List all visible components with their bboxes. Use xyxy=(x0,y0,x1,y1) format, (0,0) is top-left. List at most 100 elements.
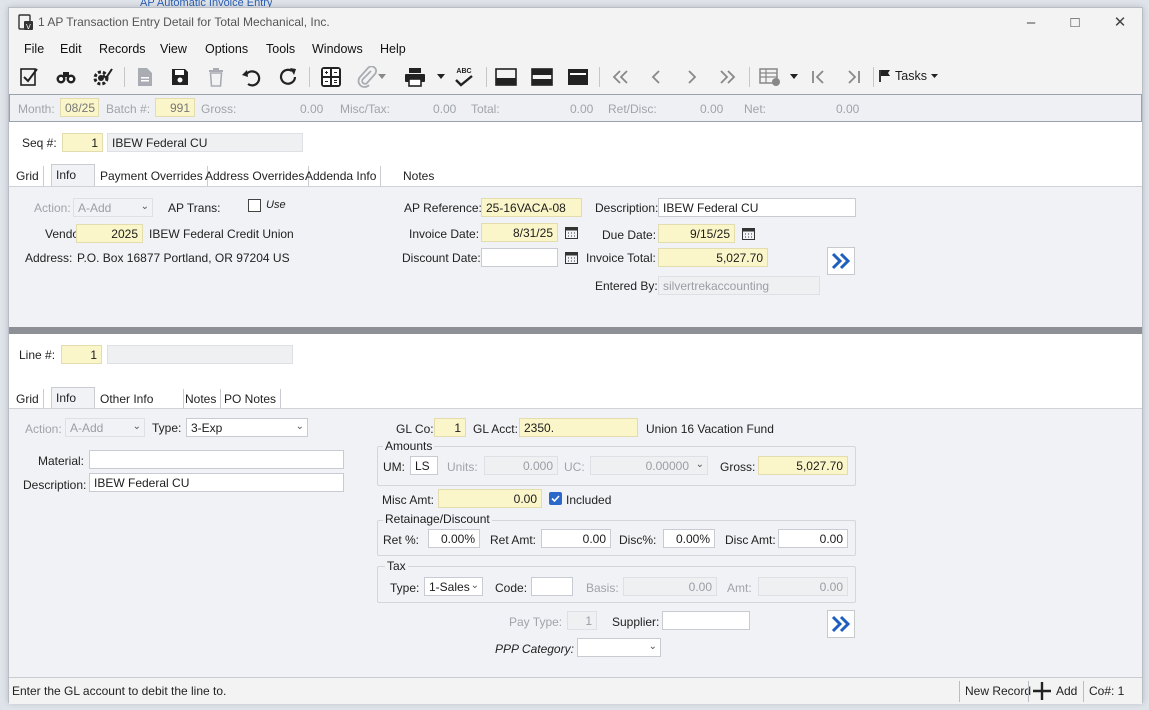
printer-dropdown-icon[interactable] xyxy=(434,64,448,90)
grid-settings-icon[interactable] xyxy=(757,64,783,90)
menu-help[interactable]: Help xyxy=(380,42,406,56)
save-icon[interactable] xyxy=(167,64,193,90)
printer-icon[interactable] xyxy=(402,64,428,90)
chevron-down-icon: ⌄ xyxy=(648,641,657,652)
menu-view[interactable]: View xyxy=(160,42,187,56)
tax-type-select[interactable]: 1-Sales ⌄ xyxy=(424,577,483,596)
misc-amt-field[interactable]: 0.00 xyxy=(438,489,542,508)
line-type-select[interactable]: 3-Exp ⌄ xyxy=(186,418,308,437)
month-field: 08/25 xyxy=(60,98,99,117)
grid-dropdown-icon[interactable] xyxy=(787,64,801,90)
disc-pct-label: Disc%: xyxy=(619,533,657,547)
pay-type-field: 1 xyxy=(567,611,597,630)
next-record-icon[interactable] xyxy=(679,64,705,90)
ap-trans-label: AP Trans: xyxy=(168,201,221,215)
gear-check-icon[interactable] xyxy=(89,64,115,90)
description-field[interactable]: IBEW Federal CU xyxy=(658,198,856,217)
tasks-button[interactable]: Tasks xyxy=(879,69,938,83)
gl-co-field[interactable]: 1 xyxy=(434,418,466,437)
included-checkbox[interactable] xyxy=(549,492,562,505)
tab-addenda-info[interactable]: Addenda Info xyxy=(301,166,382,186)
menu-records[interactable]: Records xyxy=(99,42,146,56)
calculator-icon[interactable] xyxy=(318,64,344,90)
spellcheck-icon[interactable]: ABC xyxy=(451,64,477,90)
tab-grid[interactable]: Grid xyxy=(12,389,44,409)
edit-check-icon[interactable] xyxy=(17,64,43,90)
expand-arrow-icon[interactable] xyxy=(827,247,855,275)
entered-by-field: silvertrekaccounting xyxy=(658,276,820,295)
tab-info[interactable]: Info xyxy=(51,387,95,409)
batch-gross-value: 0.00 xyxy=(300,102,324,116)
tab-grid[interactable]: Grid xyxy=(12,166,44,186)
tab-po-notes[interactable]: PO Notes xyxy=(220,389,282,409)
use-checkbox[interactable] xyxy=(248,199,261,212)
close-button[interactable]: ✕ xyxy=(1108,12,1132,34)
first-record-icon[interactable] xyxy=(607,64,633,90)
menu-options[interactable]: Options xyxy=(205,42,248,56)
invoice-total-field[interactable]: 5,027.70 xyxy=(658,248,768,267)
um-field[interactable]: LS xyxy=(410,456,438,475)
calendar-icon[interactable] xyxy=(561,223,581,242)
seq-field[interactable]: 1 xyxy=(62,133,103,152)
undo-icon[interactable] xyxy=(239,64,265,90)
expand-arrow-icon[interactable] xyxy=(827,610,855,638)
line-number-field[interactable]: 1 xyxy=(61,345,102,364)
units-field: 0.000 xyxy=(484,456,558,475)
batch-number-field: 991 xyxy=(155,98,195,117)
ppp-category-select[interactable]: ⌄ xyxy=(577,638,661,657)
layout-split-icon[interactable] xyxy=(529,64,555,90)
app-icon: V xyxy=(18,14,34,34)
refresh-icon[interactable] xyxy=(275,64,301,90)
section-splitter[interactable] xyxy=(9,327,1142,334)
ret-pct-field[interactable]: 0.00% xyxy=(428,529,480,548)
tab-notes[interactable]: Notes xyxy=(399,166,438,186)
invoice-date-field[interactable]: 8/31/25 xyxy=(481,223,558,242)
tab-notes[interactable]: Notes xyxy=(181,389,222,409)
type-label: Type: xyxy=(152,421,182,435)
menu-file[interactable]: File xyxy=(24,42,44,56)
action-select[interactable]: A-Add ⌄ xyxy=(73,198,153,217)
binoculars-icon[interactable] xyxy=(53,64,79,90)
line-action-select[interactable]: A-Add ⌄ xyxy=(65,418,145,437)
action-label: Action: xyxy=(25,422,62,436)
tab-address-overrides[interactable]: Address Overrides xyxy=(201,166,310,186)
supplier-field[interactable] xyxy=(662,611,750,630)
vendor-field[interactable]: 2025 xyxy=(76,224,143,243)
tab-other-info[interactable]: Other Info xyxy=(96,389,185,409)
layout-bottom-icon[interactable] xyxy=(493,64,519,90)
delete-icon[interactable] xyxy=(203,64,229,90)
collapse-left-icon[interactable] xyxy=(805,64,831,90)
tax-code-field[interactable] xyxy=(531,577,573,596)
minimize-button[interactable]: – xyxy=(1019,12,1043,34)
attachment-dropdown-icon[interactable] xyxy=(375,64,389,90)
tab-payment-overrides[interactable]: Payment Overrides xyxy=(96,166,208,186)
maximize-button[interactable]: □ xyxy=(1063,12,1087,34)
batch-retdisc-value: 0.00 xyxy=(700,102,724,116)
disc-amt-field[interactable]: 0.00 xyxy=(778,529,848,548)
material-field[interactable] xyxy=(89,450,344,469)
previous-record-icon[interactable] xyxy=(643,64,669,90)
header-info-panel: Action: A-Add ⌄ AP Trans: Use Vendor: 202… xyxy=(9,186,1142,327)
last-record-icon[interactable] xyxy=(715,64,741,90)
new-document-icon[interactable] xyxy=(132,64,158,90)
menu-tools[interactable]: Tools xyxy=(266,42,295,56)
calendar-icon[interactable] xyxy=(561,248,581,267)
tab-info[interactable]: Info xyxy=(51,164,95,186)
tax-amt-field: 0.00 xyxy=(758,577,848,596)
discount-date-field[interactable] xyxy=(481,248,558,267)
menu-edit[interactable]: Edit xyxy=(60,42,82,56)
gl-acct-label: GL Acct: xyxy=(473,422,518,436)
disc-pct-field[interactable]: 0.00% xyxy=(663,529,715,548)
layout-top-icon[interactable] xyxy=(565,64,591,90)
line-gross-field[interactable]: 5,027.70 xyxy=(758,456,848,475)
calendar-icon[interactable] xyxy=(738,224,758,243)
collapse-right-icon[interactable] xyxy=(841,64,867,90)
ret-amt-field[interactable]: 0.00 xyxy=(541,529,611,548)
ap-reference-field[interactable]: 25-16VACA-08 xyxy=(481,198,582,217)
menu-windows[interactable]: Windows xyxy=(312,42,363,56)
invoice-date-label: Invoice Date: xyxy=(409,227,480,241)
line-description-field[interactable]: IBEW Federal CU xyxy=(89,473,344,492)
due-date-field[interactable]: 9/15/25 xyxy=(658,224,735,243)
gl-acct-field[interactable]: 2350. xyxy=(519,418,638,437)
tax-basis-field: 0.00 xyxy=(623,577,717,596)
